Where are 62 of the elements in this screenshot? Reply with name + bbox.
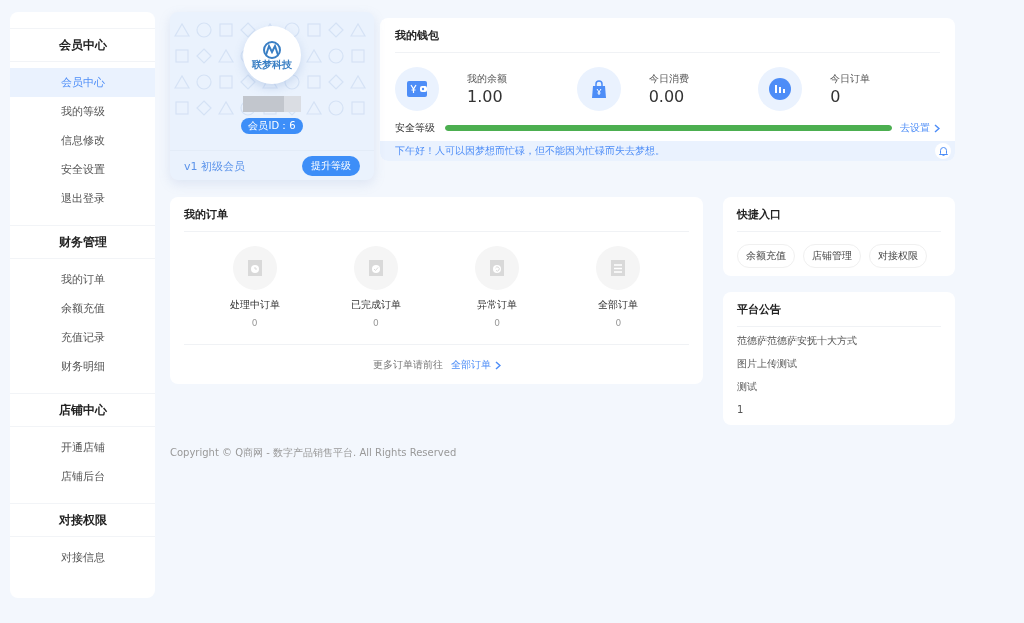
more-orders-text: 更多订单请前往 (372, 358, 443, 372)
redacted-username (243, 96, 301, 112)
stat-value: 0 (830, 87, 842, 106)
bell-button[interactable] (935, 143, 951, 159)
security-label: 安全等级 (395, 121, 435, 135)
card-title: 我的订单 (184, 197, 689, 232)
order-count: 0 (494, 318, 500, 328)
stat-label: 今日消费 (648, 72, 689, 86)
shortcut-button[interactable]: 对接权限 (869, 244, 927, 268)
sidebar-item[interactable]: 对接信息 (10, 543, 155, 572)
stat-value: 1.00 (467, 87, 504, 106)
sidebar-item[interactable]: 安全设置 (10, 155, 155, 184)
order-count: 0 (251, 318, 258, 328)
all-orders-link[interactable]: 全部订单 (450, 358, 501, 372)
logo-text: 联梦科技 (252, 59, 292, 70)
shortcut-button[interactable]: 店铺管理 (803, 244, 861, 268)
stat-label: 今日订单 (830, 72, 871, 86)
settings-link[interactable]: 去设置 (900, 121, 940, 135)
order-label: 异常订单 (477, 298, 518, 312)
sidebar-item[interactable]: 店铺后台 (10, 462, 155, 491)
order-label: 全部订单 (598, 298, 639, 312)
stat-value: 0.00 (648, 87, 686, 106)
sidebar-item[interactable]: 余额充值 (10, 294, 155, 323)
sidebar-section-title: 财务管理 (10, 225, 155, 259)
sidebar-item[interactable]: 财务明细 (10, 352, 155, 381)
sidebar-section-title: 对接权限 (10, 503, 155, 537)
card-title: 我的钱包 (395, 18, 940, 53)
order-label: 已完成订单 (350, 298, 401, 312)
notice-link[interactable]: 范德萨范德萨安抚十大方式 (737, 334, 941, 348)
order-icon-button[interactable] (353, 246, 398, 290)
shortcut-button[interactable]: 余额充值 (737, 244, 795, 268)
chevron-right-icon (494, 360, 501, 370)
logo-icon (261, 40, 283, 59)
sidebar-item[interactable]: 充值记录 (10, 323, 155, 352)
bell-icon (938, 146, 948, 156)
member-id-badge: 会员ID：6 (241, 118, 303, 134)
member-level: v1 初级会员 (184, 158, 245, 174)
notice-link[interactable]: 图片上传测试 (737, 357, 941, 371)
order-icon-button[interactable] (232, 246, 277, 290)
bar-chart-icon (769, 78, 792, 100)
sidebar-section-title: 店铺中心 (10, 393, 155, 427)
sidebar-item[interactable]: 退出登录 (10, 184, 155, 213)
card-title: 平台公告 (737, 292, 941, 327)
sidebar-section-title: 会员中心 (10, 28, 155, 62)
copyright-text: Copyright © Q商网 - 数字产品销售平台. All Rights Reserved (170, 447, 457, 458)
greeting-text: 下午好！人可以因梦想而忙碌，但不能因为忙碌而失去梦想。 (395, 144, 665, 158)
shopping-bag-icon (590, 80, 607, 98)
order-icon-button[interactable] (475, 246, 520, 290)
sidebar-item[interactable]: 我的订单 (10, 265, 155, 294)
wallet-icon (407, 81, 427, 97)
order-count: 0 (373, 318, 379, 328)
order-label: 处理中订单 (229, 298, 280, 312)
order-icon-button[interactable] (596, 246, 641, 290)
sidebar-item[interactable]: 信息修改 (10, 126, 155, 155)
sidebar-item[interactable]: 开通店铺 (10, 433, 155, 462)
order-count: 0 (615, 318, 622, 328)
stat-label: 我的余额 (467, 72, 507, 86)
chevron-right-icon (934, 123, 940, 133)
notice-link[interactable]: 测试 (737, 380, 941, 394)
notice-link[interactable]: 1 (737, 403, 941, 417)
card-title: 快捷入口 (737, 197, 941, 232)
sidebar-item[interactable]: 我的等级 (10, 97, 155, 126)
